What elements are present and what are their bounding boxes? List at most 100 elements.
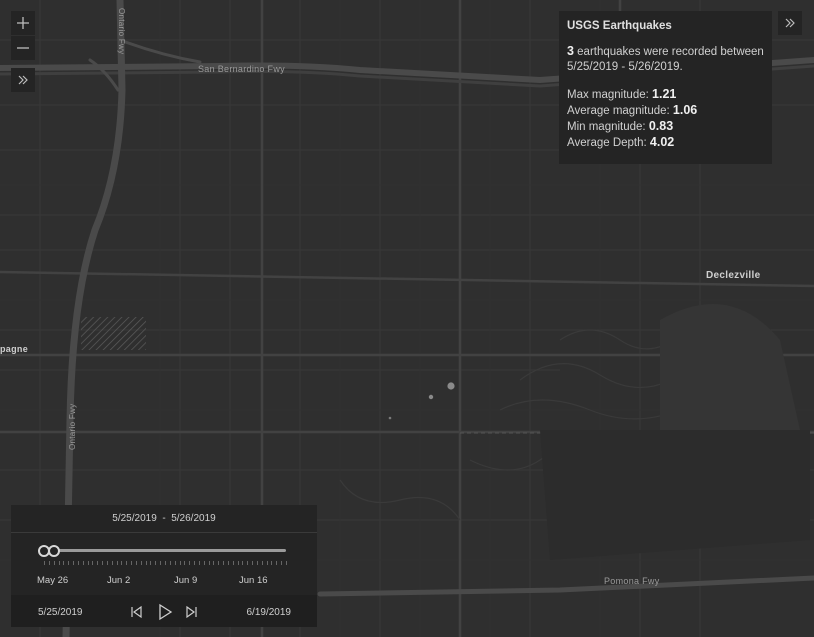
- earthquake-point[interactable]: [388, 416, 392, 420]
- zoom-in-button[interactable]: [11, 11, 35, 35]
- slider-tick: [276, 561, 278, 565]
- earthquake-point[interactable]: [447, 382, 455, 390]
- slider-tick: [189, 561, 191, 565]
- double-chevron-right-icon: [18, 75, 28, 85]
- slider-tick: [58, 561, 60, 565]
- min-magnitude-label: Min magnitude:: [567, 121, 649, 133]
- tick-label: Jun 16: [239, 575, 268, 586]
- slider-tick: [213, 561, 215, 565]
- earthquake-info-panel: USGS Earthquakes 3 earthquakes were reco…: [559, 11, 772, 164]
- min-magnitude-row: Min magnitude: 0.83: [567, 119, 764, 135]
- freeway-label: Ontario Fwy: [68, 403, 77, 450]
- plus-icon: [17, 17, 29, 29]
- zoom-out-button[interactable]: [11, 36, 35, 60]
- avg-magnitude-value: 1.06: [672, 103, 698, 117]
- summary-text: earthquakes were recorded between 5/25/2…: [567, 46, 764, 73]
- slider-tick: [271, 561, 273, 565]
- slider-tick: [242, 561, 244, 565]
- slider-tick: [82, 561, 84, 565]
- earthquake-count: 3: [567, 44, 574, 58]
- slider-tick: [223, 561, 225, 565]
- slider-tick: [73, 561, 75, 565]
- slider-tick: [68, 561, 70, 565]
- freeway-label: Pomona Fwy: [604, 576, 660, 586]
- slider-tick: [203, 561, 205, 565]
- expand-left-button[interactable]: [11, 68, 35, 92]
- slider-tick: [92, 561, 94, 565]
- play-button[interactable]: [156, 603, 174, 621]
- tick-label: Jun 9: [174, 575, 198, 586]
- slider-tick: [145, 561, 147, 565]
- slider-tick: [247, 561, 249, 565]
- slider-tick: [126, 561, 128, 565]
- expand-right-button[interactable]: [778, 11, 802, 35]
- slider-tick: [237, 561, 239, 565]
- avg-depth-value: 4.02: [649, 135, 675, 149]
- slider-tick: [102, 561, 104, 565]
- slider-tick: [256, 561, 258, 565]
- next-button[interactable]: [183, 604, 199, 620]
- slider-tick: [160, 561, 162, 565]
- tick-label: May 26: [37, 575, 69, 586]
- timeline-end-date: 6/19/2019: [246, 607, 292, 618]
- slider-footer: 5/25/2019 6/19/2019: [11, 595, 317, 627]
- timeline-start-date: 5/25/2019: [38, 607, 83, 618]
- slider-tick: [227, 561, 229, 565]
- slider-tick: [179, 561, 181, 565]
- slider-tick: [121, 561, 123, 565]
- slider-tick: [281, 561, 283, 565]
- double-chevron-right-icon: [785, 18, 795, 28]
- slider-tick: [155, 561, 157, 565]
- slider-tick: [198, 561, 200, 565]
- slider-tick: [174, 561, 176, 565]
- current-time-range: 5/25/2019 - 5/26/2019: [112, 513, 216, 524]
- slider-tick: [150, 561, 152, 565]
- time-slider-widget: 5/25/2019 - 5/26/2019 May 26 Jun 2 Jun 9…: [11, 505, 317, 627]
- slider-tick: [48, 561, 50, 565]
- slider-ticks: [44, 561, 287, 567]
- freeway-label: Ontario Fwy: [117, 8, 126, 55]
- slider-tick: [169, 561, 171, 565]
- min-magnitude-value: 0.83: [648, 119, 674, 133]
- slider-tick: [63, 561, 65, 565]
- play-icon: [159, 603, 173, 621]
- slider-end-thumb[interactable]: [47, 545, 60, 557]
- slider-tick: [208, 561, 210, 565]
- hatched-area: [81, 317, 146, 350]
- city-label: Declezville: [706, 270, 761, 281]
- slider-tick: [184, 561, 186, 565]
- slider-tick: [140, 561, 142, 565]
- divider: [11, 532, 317, 533]
- max-magnitude-value: 1.21: [652, 87, 677, 101]
- avg-depth-label: Average Depth:: [567, 137, 650, 149]
- slider-tick: [77, 561, 79, 565]
- slider-tick: [106, 561, 108, 565]
- minus-icon: [17, 47, 29, 49]
- panel-title: USGS Earthquakes: [567, 20, 672, 32]
- slider-tick: [53, 561, 55, 565]
- step-forward-icon: [186, 605, 197, 619]
- slider-tick: [286, 561, 287, 565]
- slider-tick: [266, 561, 268, 565]
- slider-tick: [97, 561, 99, 565]
- freeway-label: San Bernardino Fwy: [198, 64, 285, 74]
- slider-tick: [131, 561, 133, 565]
- earthquake-point[interactable]: [428, 394, 434, 400]
- slider-tick: [252, 561, 254, 565]
- city-label: pagne: [0, 344, 29, 354]
- slider-tick: [194, 561, 196, 565]
- slider-tick: [44, 561, 45, 565]
- previous-button[interactable]: [129, 604, 145, 620]
- slider-track[interactable]: [38, 545, 286, 557]
- slider-tick: [261, 561, 263, 565]
- avg-magnitude-row: Average magnitude: 1.06: [567, 103, 764, 119]
- slider-tick: [87, 561, 89, 565]
- open-area: [540, 430, 810, 560]
- earthquake-summary: 3 earthquakes were recorded between 5/25…: [567, 44, 764, 75]
- slider-tick: [218, 561, 220, 565]
- slider-tick: [111, 561, 113, 565]
- avg-depth-row: Average Depth: 4.02: [567, 135, 764, 151]
- max-magnitude-label: Max magnitude:: [567, 89, 653, 101]
- slider-tick: [165, 561, 166, 565]
- slider-tick: [232, 561, 234, 565]
